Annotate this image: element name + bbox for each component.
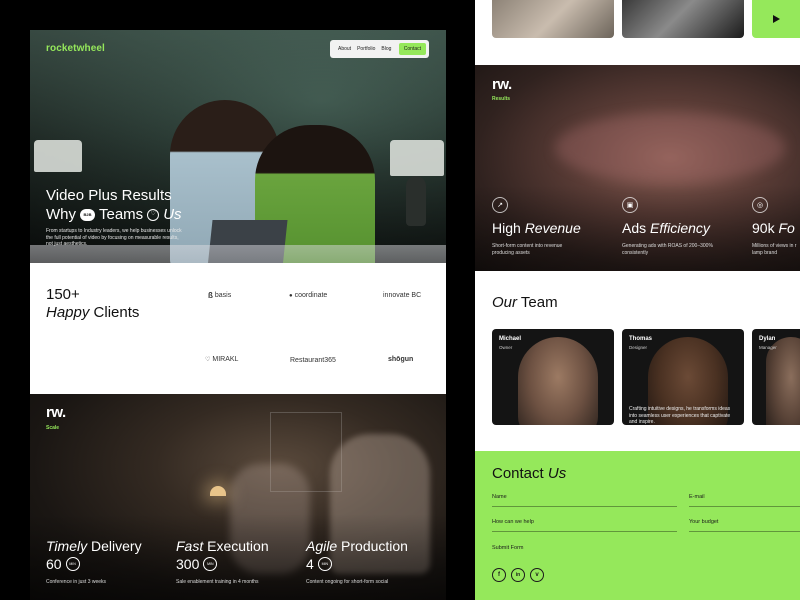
logo-restaurant365: Restaurant365 bbox=[290, 357, 336, 364]
portrait bbox=[766, 337, 800, 425]
stat-value: 60 MIN bbox=[46, 556, 80, 572]
hero-why: Why bbox=[46, 206, 76, 223]
budget-field-underline bbox=[689, 531, 800, 532]
ads-icon: ▣ bbox=[622, 197, 638, 213]
member-role: Owner bbox=[499, 345, 513, 350]
member-role: Manager bbox=[759, 345, 777, 350]
result-title: Ads Efficiency bbox=[622, 220, 710, 236]
basis-icon: ß bbox=[208, 291, 213, 300]
member-role: Designer bbox=[629, 345, 648, 350]
brand-logo[interactable]: rocketwheel bbox=[46, 43, 105, 54]
email-field[interactable]: E-mail bbox=[689, 494, 705, 500]
lamp-base bbox=[406, 176, 426, 226]
facebook-icon[interactable]: f bbox=[492, 568, 506, 582]
budget-field[interactable]: Your budget bbox=[689, 519, 718, 525]
team-card-dylan[interactable]: Dylan Manager bbox=[752, 329, 800, 425]
stat-title: Timely Delivery bbox=[46, 538, 142, 554]
stat-value: 4 MIN bbox=[306, 556, 332, 572]
nav-bar: About Portfolio Blog Contact bbox=[330, 40, 429, 58]
logo-shogun: shōgun bbox=[388, 356, 414, 363]
hero-us: Us bbox=[163, 206, 182, 223]
team-card-michael[interactable]: Michael Owner bbox=[492, 329, 614, 425]
results-section bbox=[475, 65, 800, 271]
unit-badge: MIN bbox=[203, 557, 218, 571]
name-field[interactable]: Name bbox=[492, 494, 507, 500]
logo-mirakl: ♡ MIRAKL bbox=[205, 356, 239, 363]
video-thumbnail[interactable] bbox=[622, 0, 744, 38]
stat-description: Sale enablement training in 4 months bbox=[176, 579, 259, 585]
play-icon bbox=[772, 15, 780, 23]
coordinate-icon: ● bbox=[289, 292, 293, 299]
b2b-badge: B2B bbox=[80, 208, 95, 221]
lamp-left bbox=[34, 140, 82, 172]
unit-badge: MIN bbox=[317, 557, 332, 571]
vimeo-icon[interactable]: v bbox=[530, 568, 544, 582]
results-tag: Results bbox=[492, 96, 511, 102]
help-field[interactable]: How can we help bbox=[492, 519, 534, 525]
name-field-underline bbox=[492, 506, 677, 507]
contact-title: Contact Us bbox=[492, 465, 567, 482]
hero-teams: Teams bbox=[99, 206, 144, 223]
mirakl-icon: ♡ bbox=[205, 357, 211, 363]
clients-label: Happy Clients bbox=[46, 304, 139, 321]
hero-subtitle: From startups to Industry leaders, we he… bbox=[46, 228, 182, 247]
result-description: Generating ads with ROAS of 200–300% con… bbox=[622, 243, 713, 256]
logo-coordinate: ● coordinate bbox=[289, 292, 328, 299]
submit-button[interactable]: Submit Form bbox=[492, 545, 523, 551]
scale-tag: Scale bbox=[46, 425, 60, 431]
clients-label-rest: Clients bbox=[93, 304, 140, 321]
scale-section bbox=[30, 394, 446, 600]
portrait bbox=[518, 337, 598, 425]
contact-button[interactable]: Contact bbox=[398, 43, 426, 55]
rw-logo: rw. bbox=[46, 404, 66, 421]
target-icon: ◎ bbox=[752, 197, 768, 213]
stat-title: Fast Execution bbox=[176, 538, 269, 554]
heart-icon: ♡ bbox=[147, 208, 160, 221]
play-button[interactable] bbox=[752, 0, 800, 38]
help-field-underline bbox=[492, 531, 677, 532]
nav-blog[interactable]: Blog bbox=[381, 46, 391, 52]
linkedin-icon[interactable]: in bbox=[511, 568, 525, 582]
logo-innovate-bc: innovate BC bbox=[383, 292, 422, 299]
desk-lamp bbox=[210, 486, 226, 496]
team-card-thomas[interactable]: Thomas Designer Crafting intuitive desig… bbox=[622, 329, 744, 425]
trend-up-icon: ↗ bbox=[492, 197, 508, 213]
result-description: Short-form content into revenue producin… bbox=[492, 243, 563, 256]
hero-title-line2: Why B2B Teams ♡ Us bbox=[46, 205, 182, 224]
result-title: High Revenue bbox=[492, 220, 581, 236]
member-name: Dylan bbox=[759, 336, 776, 342]
stat-description: Conference in just 3 weeks bbox=[46, 579, 107, 585]
lips-photo bbox=[555, 113, 785, 183]
clients-section bbox=[30, 263, 446, 394]
shade bbox=[30, 514, 446, 600]
team-title: Our Team bbox=[492, 294, 558, 311]
result-description: Millions of views in r lamp brand bbox=[752, 243, 797, 256]
hero-title: Video Plus Results Why B2B Teams ♡ Us bbox=[46, 186, 182, 224]
logo-basis: ß basis bbox=[208, 291, 232, 300]
email-field-underline bbox=[689, 506, 800, 507]
bed bbox=[30, 245, 446, 263]
unit-badge: MIN bbox=[65, 557, 80, 571]
rw-logo: rw. bbox=[492, 76, 512, 93]
member-name: Thomas bbox=[629, 336, 653, 342]
video-thumbnail[interactable] bbox=[492, 0, 614, 38]
nav-portfolio[interactable]: Portfolio bbox=[357, 46, 375, 52]
stat-description: Content ongoing for short-form social bbox=[306, 579, 389, 585]
lamp-right bbox=[390, 140, 444, 176]
result-title: 90k Fo bbox=[752, 220, 795, 236]
hero-title-line1: Video Plus Results bbox=[46, 187, 172, 204]
stat-title: Agile Production bbox=[306, 538, 408, 554]
stat-value: 300 MIN bbox=[176, 556, 218, 572]
nav-about[interactable]: About bbox=[338, 46, 351, 52]
member-description: Crafting intuitive designs, he transform… bbox=[629, 406, 731, 425]
member-name: Michael bbox=[499, 336, 522, 342]
clients-count: 150+ bbox=[46, 286, 80, 303]
clients-label-italic: Happy bbox=[46, 304, 90, 321]
